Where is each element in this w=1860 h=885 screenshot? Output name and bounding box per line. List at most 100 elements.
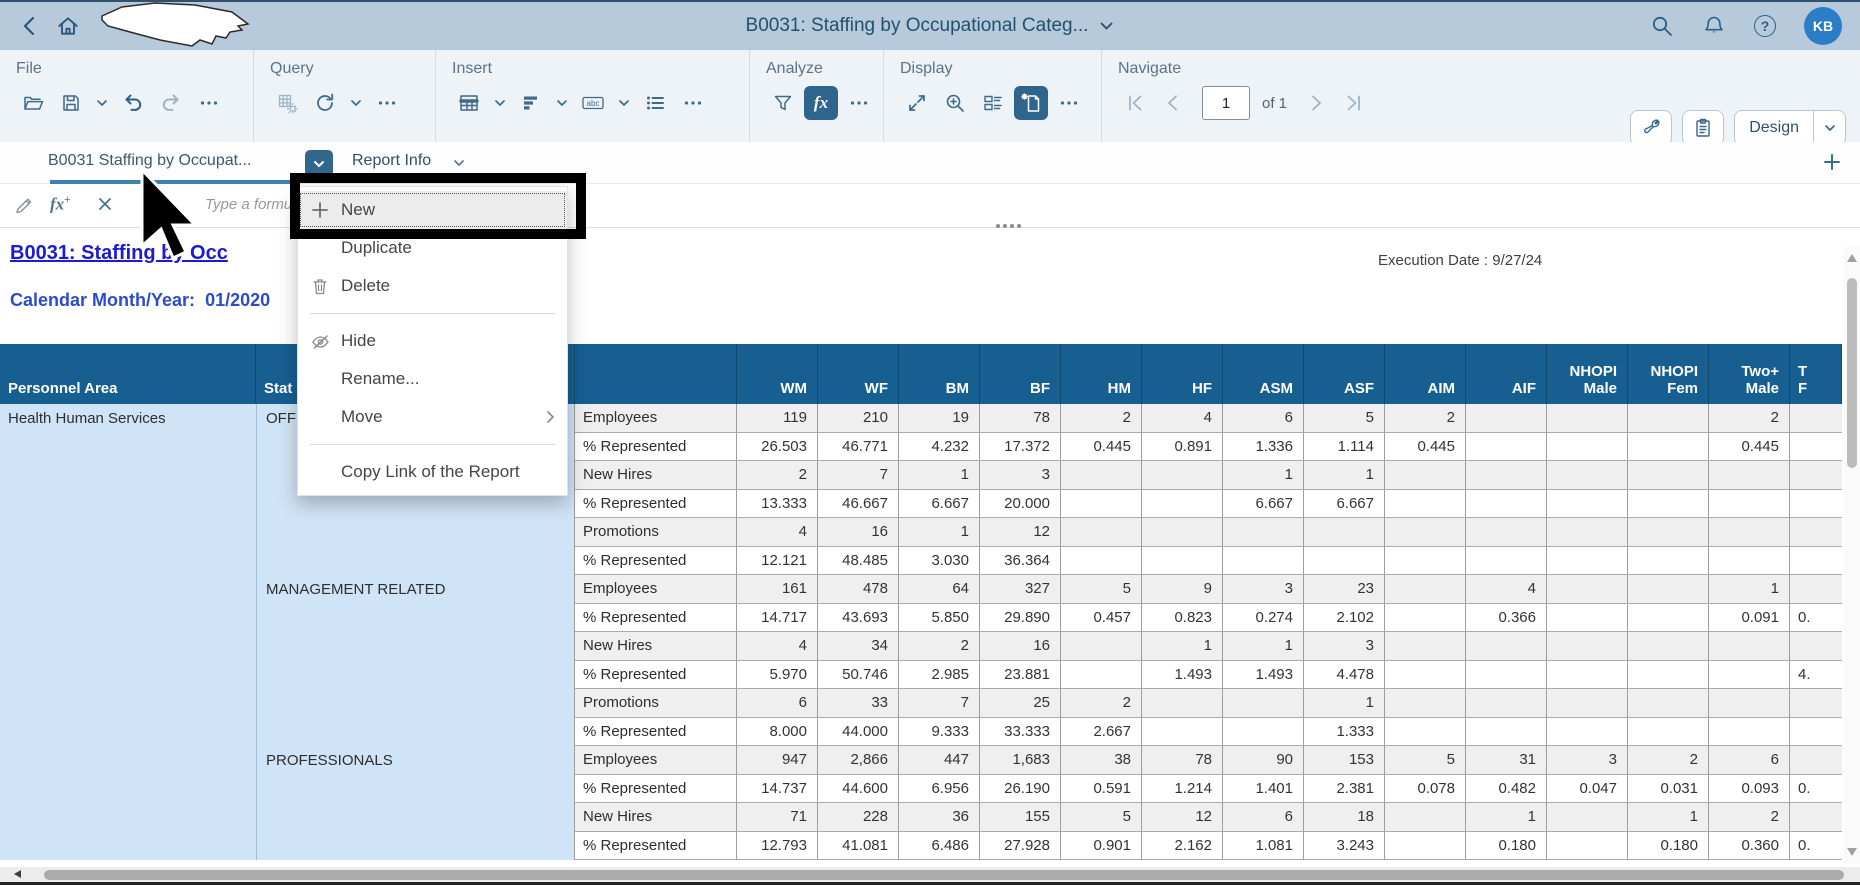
menu-item-move[interactable]: Move (298, 398, 567, 436)
row-label[interactable]: % Represented (575, 661, 737, 690)
table-cell[interactable]: 16 (980, 632, 1061, 661)
table-cell[interactable] (1709, 661, 1790, 690)
table-cell[interactable] (1628, 547, 1709, 576)
category-officials[interactable]: OFF (266, 410, 296, 427)
menu-item-new[interactable]: New (298, 191, 567, 229)
table-cell[interactable] (1385, 661, 1466, 690)
row-label[interactable]: % Represented (575, 604, 737, 633)
table-cell[interactable]: 8.000 (737, 718, 818, 747)
column-header-measure[interactable] (575, 344, 737, 404)
table-cell[interactable]: 228 (818, 803, 899, 832)
table-cell[interactable]: 2.162 (1142, 832, 1223, 861)
splitter-grip-icon[interactable] (996, 224, 1021, 228)
bullet-list-icon[interactable] (638, 86, 672, 120)
report-info-dropdown[interactable]: Report Info (352, 152, 431, 170)
table-cell[interactable] (1547, 461, 1628, 490)
file-overflow-icon[interactable] (192, 86, 226, 120)
table-cell[interactable] (1547, 832, 1628, 861)
horizontal-scroll-thumb[interactable] (44, 870, 1844, 880)
table-cell[interactable]: 36.364 (980, 547, 1061, 576)
table-cell[interactable] (1628, 661, 1709, 690)
row-label[interactable]: New Hires (575, 461, 737, 490)
column-header-aim[interactable]: AIM (1385, 344, 1466, 404)
table-cell[interactable]: 2 (1385, 404, 1466, 433)
table-cell[interactable]: 17.372 (980, 433, 1061, 462)
table-cell[interactable]: 5.970 (737, 661, 818, 690)
table-cell[interactable]: 0.366 (1466, 604, 1547, 633)
page-number-input[interactable] (1202, 86, 1250, 120)
column-header-t-f[interactable]: T F (1790, 344, 1842, 404)
table-cell[interactable]: 1.401 (1223, 775, 1304, 804)
table-cell[interactable]: 1 (899, 461, 980, 490)
table-cell[interactable]: 34 (818, 632, 899, 661)
table-cell[interactable]: 6.486 (899, 832, 980, 861)
table-cell[interactable] (1547, 547, 1628, 576)
table-cell[interactable] (1223, 547, 1304, 576)
table-cell[interactable] (1790, 404, 1842, 433)
table-cell[interactable]: 3.243 (1304, 832, 1385, 861)
table-cell[interactable] (1385, 518, 1466, 547)
row-label[interactable]: Employees (575, 404, 737, 433)
table-cell[interactable]: 2,866 (818, 746, 899, 775)
table-cell[interactable]: 6.667 (899, 490, 980, 519)
column-header-nhopi-male[interactable]: NHOPI Male (1547, 344, 1628, 404)
insert-table-icon[interactable] (452, 86, 486, 120)
table-cell[interactable]: 1.081 (1223, 832, 1304, 861)
table-cell[interactable]: 5 (1304, 404, 1385, 433)
table-cell[interactable] (1547, 518, 1628, 547)
table-cell[interactable]: 26.190 (980, 775, 1061, 804)
add-report-plus-icon[interactable] (1822, 152, 1842, 172)
table-cell[interactable]: 46.667 (818, 490, 899, 519)
notifications-bell-icon[interactable] (1702, 14, 1726, 38)
table-cell[interactable] (1385, 604, 1466, 633)
table-cell[interactable]: 78 (980, 404, 1061, 433)
back-icon[interactable] (20, 15, 42, 37)
table-cell[interactable] (1466, 661, 1547, 690)
home-icon[interactable] (56, 14, 80, 38)
table-cell[interactable] (1466, 433, 1547, 462)
help-icon[interactable]: ? (1754, 15, 1776, 37)
table-cell[interactable]: 0.031 (1628, 775, 1709, 804)
insert-chart-icon[interactable] (514, 86, 548, 120)
table-cell[interactable] (1628, 518, 1709, 547)
table-cell[interactable] (1061, 490, 1142, 519)
table-cell[interactable] (1790, 746, 1842, 775)
table-cell[interactable]: 1 (899, 518, 980, 547)
table-cell[interactable]: 36 (899, 803, 980, 832)
table-cell[interactable] (1790, 718, 1842, 747)
table-cell[interactable]: 1 (1466, 803, 1547, 832)
table-cell[interactable]: 5 (1061, 803, 1142, 832)
table-cell[interactable]: 71 (737, 803, 818, 832)
table-cell[interactable] (1142, 518, 1223, 547)
insert-table-chevron-icon[interactable] (490, 86, 510, 120)
column-header-personnel-area[interactable]: Personnel Area (0, 344, 256, 404)
table-cell[interactable]: 44.000 (818, 718, 899, 747)
table-cell[interactable]: 0. (1790, 832, 1842, 861)
horizontal-scrollbar[interactable] (0, 867, 1860, 882)
zoom-icon[interactable] (938, 86, 972, 120)
table-cell[interactable]: 4 (737, 518, 818, 547)
table-cell[interactable]: 6 (1223, 803, 1304, 832)
column-header-hf[interactable]: HF (1142, 344, 1223, 404)
table-cell[interactable]: 1.493 (1223, 661, 1304, 690)
table-cell[interactable] (1061, 632, 1142, 661)
table-cell[interactable]: 46.771 (818, 433, 899, 462)
table-cell[interactable] (1628, 632, 1709, 661)
table-cell[interactable]: 1 (1223, 632, 1304, 661)
table-cell[interactable]: 2 (1709, 803, 1790, 832)
table-cell[interactable] (1547, 404, 1628, 433)
table-cell[interactable] (1466, 518, 1547, 547)
tab-active-report[interactable]: B0031 Staffing by Occupat... (48, 152, 251, 170)
table-cell[interactable]: 7 (899, 689, 980, 718)
table-cell[interactable] (1466, 547, 1547, 576)
clipboard-button[interactable] (1682, 110, 1724, 146)
table-cell[interactable] (1628, 689, 1709, 718)
table-cell[interactable] (1628, 433, 1709, 462)
table-cell[interactable]: 0. (1790, 775, 1842, 804)
table-cell[interactable]: 25 (980, 689, 1061, 718)
table-cell[interactable]: 947 (737, 746, 818, 775)
table-cell[interactable] (1385, 689, 1466, 718)
table-cell[interactable]: 12.121 (737, 547, 818, 576)
formulas-fx-button[interactable]: fx (804, 86, 838, 120)
open-folder-icon[interactable] (16, 86, 50, 120)
